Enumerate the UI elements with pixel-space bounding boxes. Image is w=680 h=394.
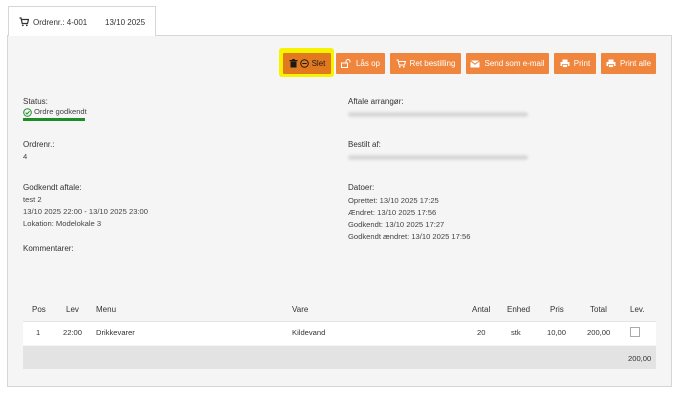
approved-appointment-period: 13/10 2025 22:00 - 13/10 2025 23:00 — [23, 207, 148, 216]
minus-circle-icon — [299, 59, 309, 68]
send-email-label: Send som e-mail — [484, 59, 545, 68]
check-circle-icon — [23, 107, 32, 117]
edit-order-button[interactable]: Ret bestilling — [390, 53, 461, 74]
trash-icon — [289, 59, 298, 68]
col-header-total: Total — [590, 305, 607, 314]
cell-enhed: stk — [511, 328, 521, 337]
col-header-pris: Pris — [550, 305, 564, 314]
order-no-label: Ordrenr.: — [23, 140, 55, 149]
cart-icon — [396, 59, 406, 68]
organizer-value-redacted — [348, 112, 528, 117]
cell-antal: 20 — [477, 328, 486, 337]
status-value: Ordre godkendt — [23, 106, 87, 118]
envelope-icon — [470, 59, 481, 67]
ordered-by-label: Bestilt af: — [348, 140, 381, 149]
organizer-label: Aftale arrangør: — [348, 97, 404, 106]
status-text: Ordre godkendt — [34, 107, 87, 116]
footer-total: 200,00 — [628, 354, 652, 363]
delivered-checkbox[interactable] — [630, 327, 640, 337]
unlock-button[interactable]: Lås op — [336, 53, 385, 74]
cell-pos: 1 — [36, 328, 41, 337]
delete-label: Slet — [311, 59, 326, 68]
col-header-pos: Pos — [32, 305, 46, 314]
unlock-icon — [340, 59, 351, 68]
tab-date: 13/10 2025 — [105, 18, 146, 27]
approved-appointment-location: Lokation: Modelokale 3 — [23, 219, 102, 228]
col-header-vare: Vare — [292, 305, 309, 314]
cell-vare: Kildevand — [292, 328, 326, 337]
col-header-antal: Antal — [472, 305, 491, 314]
date-approved: Godkendt: 13/10 2025 17:27 — [348, 220, 445, 229]
col-header-delivered: Lev. — [630, 305, 645, 314]
delete-button[interactable]: Slet — [283, 53, 331, 74]
col-header-lev: Lev — [66, 305, 79, 314]
col-header-menu: Menu — [96, 305, 117, 314]
status-bar — [23, 118, 85, 121]
col-header-enhed: Enhed — [507, 305, 531, 314]
cart-icon — [19, 17, 29, 27]
date-approved-changed: Godkendt ændret: 13/10 2025 17:56 — [348, 232, 471, 241]
printer-icon — [606, 59, 616, 68]
edit-order-label: Ret bestilling — [409, 59, 456, 68]
cell-pris: 10,00 — [547, 328, 567, 337]
order-no-value: 4 — [23, 152, 28, 161]
cell-menu: Drikkevarer — [96, 328, 135, 337]
date-created: Oprettet: 13/10 2025 17:25 — [348, 196, 439, 205]
table-footer — [23, 346, 656, 369]
status-label: Status: — [23, 97, 48, 106]
approved-appointment-label: Godkendt aftale: — [23, 183, 82, 192]
cell-lev: 22:00 — [63, 328, 83, 337]
unlock-label: Lås op — [355, 59, 381, 68]
date-changed: Ændret: 13/10 2025 17:56 — [348, 208, 437, 217]
print-button[interactable]: Print — [554, 53, 596, 74]
cell-total: 200,00 — [587, 328, 611, 337]
print-all-label: Print alle — [619, 59, 652, 68]
approved-appointment-name: test 2 — [23, 195, 42, 204]
dates-label: Datoer: — [348, 183, 375, 192]
print-label: Print — [573, 59, 591, 68]
print-all-button[interactable]: Print alle — [601, 53, 656, 74]
ordered-by-value-redacted — [348, 155, 528, 160]
send-email-button[interactable]: Send som e-mail — [466, 53, 549, 74]
comments-label: Kommentarer: — [23, 244, 74, 253]
tab-order-label: Ordrenr.: 4-001 — [33, 18, 88, 27]
printer-icon — [560, 59, 570, 68]
order-tab[interactable]: Ordrenr.: 4-001 13/10 2025 — [8, 6, 156, 36]
